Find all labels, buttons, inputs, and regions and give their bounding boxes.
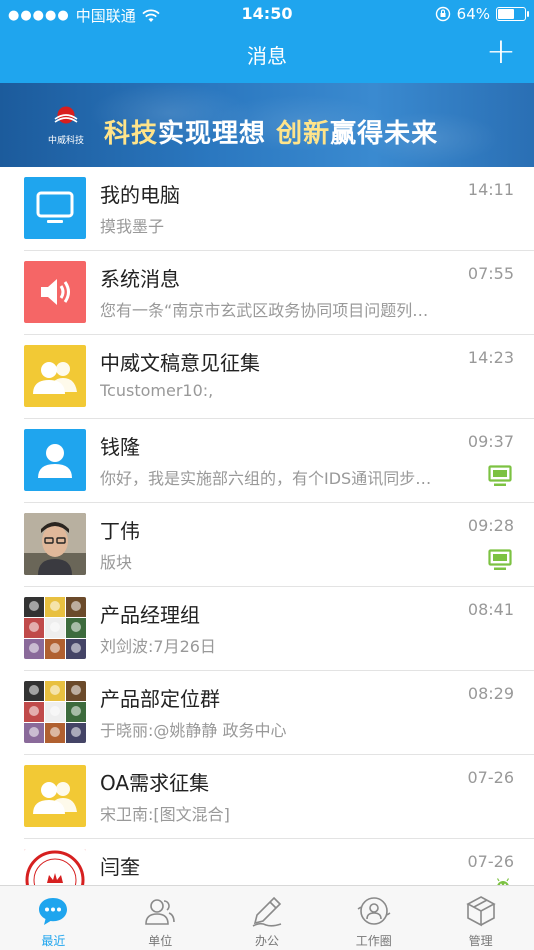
conversation-name: 丁伟 bbox=[100, 519, 140, 543]
conversation-preview: 刘剑波:7月26日 bbox=[100, 637, 216, 656]
tab-circle[interactable]: 工作圈 bbox=[320, 886, 427, 950]
nav-bar: 消息 + bbox=[0, 28, 534, 83]
slogan-highlight-1: 科技 bbox=[104, 119, 159, 149]
avatar-seal bbox=[24, 849, 86, 885]
avatar-group-photo bbox=[24, 597, 86, 659]
tab-label: 办公 bbox=[254, 934, 279, 948]
desktop-online-icon bbox=[488, 465, 512, 491]
conversation-time: 09:28 bbox=[467, 516, 514, 535]
conversation-time: 07-26 bbox=[467, 852, 515, 871]
avatar-group-icon bbox=[24, 765, 86, 827]
conversation-name: OA需求征集 bbox=[100, 771, 210, 795]
conversation-row[interactable]: 系统消息您有一条“南京市玄武区政务协同项目问题列… 07:55 bbox=[24, 251, 534, 335]
conversation-name: 我的电脑 bbox=[100, 183, 180, 207]
conversation-name: 系统消息 bbox=[100, 267, 180, 291]
add-button[interactable]: + bbox=[486, 32, 516, 72]
conversation-time: 08:29 bbox=[467, 684, 514, 703]
android-icon bbox=[494, 877, 512, 885]
status-bar: ●●●●● 中国联通 14:50 64% bbox=[0, 0, 534, 28]
conversation-row[interactable]: 产品经理组刘剑波:7月26日 08:41 bbox=[24, 587, 534, 671]
conversation-preview: 您有一条“南京市玄武区政务协同项目问题列… bbox=[100, 301, 429, 320]
desktop-online-icon bbox=[488, 549, 512, 575]
conversation-name: 产品经理组 bbox=[100, 603, 200, 627]
tab-bar: 最近 单位 办公 工作圈 管理 bbox=[0, 885, 534, 950]
avatar-monitor-icon bbox=[24, 177, 86, 239]
battery-percent: 64% bbox=[456, 5, 490, 23]
box-icon bbox=[464, 894, 498, 928]
conversation-preview: 于晓丽:@姚静静 政务中心 bbox=[100, 721, 287, 740]
conversation-time: 14:23 bbox=[467, 348, 514, 367]
conversation-row[interactable]: OA需求征集宋卫南:[图文混合] 07-26 bbox=[24, 755, 534, 839]
logo-mark-icon bbox=[54, 106, 78, 124]
slogan-highlight-2: 创新 bbox=[276, 119, 331, 149]
circle-icon bbox=[357, 894, 391, 928]
conversation-preview: 宋卫南:[图文混合] bbox=[100, 805, 230, 824]
conversation-row[interactable]: 闫奎 07-26 bbox=[24, 839, 534, 885]
battery-icon bbox=[496, 7, 529, 21]
conversation-preview: 版块 bbox=[100, 553, 133, 572]
tab-label: 工作圈 bbox=[355, 934, 392, 948]
conversation-time: 14:11 bbox=[467, 180, 514, 199]
conversation-row[interactable]: 产品部定位群于晓丽:@姚静静 政务中心 08:29 bbox=[24, 671, 534, 755]
slogan-part-1: 实现理想 bbox=[158, 119, 277, 149]
avatar-user-icon bbox=[24, 429, 86, 491]
tab-pen[interactable]: 办公 bbox=[214, 886, 321, 950]
conversation-name: 产品部定位群 bbox=[100, 687, 220, 711]
conversation-row[interactable]: 我的电脑摸我墨子 14:11 bbox=[24, 167, 534, 251]
conversation-row[interactable]: 中威文稿意见征集 Tcustomer10:, 14:23 bbox=[24, 335, 534, 419]
conversation-name: 闫奎 bbox=[100, 855, 140, 879]
avatar-photo bbox=[24, 513, 86, 575]
tab-contacts[interactable]: 单位 bbox=[107, 886, 214, 950]
contacts-icon bbox=[143, 894, 177, 928]
tab-label: 最近 bbox=[41, 934, 66, 948]
conversation-time: 09:37 bbox=[467, 432, 514, 451]
avatar-group-photo bbox=[24, 681, 86, 743]
slogan-part-2: 赢得未来 bbox=[330, 119, 439, 149]
conversation-preview: 你好，我是实施部六组的，有个IDS通讯同步… bbox=[100, 469, 432, 488]
tab-label: 管理 bbox=[468, 934, 493, 948]
conversation-time: 08:41 bbox=[467, 600, 514, 619]
conversation-row[interactable]: 丁伟版块 09:28 bbox=[24, 503, 534, 587]
conversation-row[interactable]: 钱隆你好，我是实施部六组的，有个IDS通讯同步… 09:37 bbox=[24, 419, 534, 503]
tab-box[interactable]: 管理 bbox=[427, 886, 534, 950]
company-logo: 中威科技 bbox=[44, 105, 88, 146]
chat-bubble-icon bbox=[36, 894, 70, 928]
pen-icon bbox=[250, 894, 284, 928]
conversation-time: 07:55 bbox=[467, 264, 514, 283]
avatar-group-icon bbox=[24, 345, 86, 407]
page-title: 消息 bbox=[247, 44, 287, 68]
banner-slogan: 科技实现理想 创新赢得未来 bbox=[104, 113, 438, 150]
tab-label: 单位 bbox=[148, 934, 173, 948]
conversation-name: 中威文稿意见征集 bbox=[100, 351, 260, 375]
conversation-list[interactable]: 我的电脑摸我墨子 14:11 系统消息您有一条“南京市玄武区政务协同项目问题列… 07… bbox=[0, 167, 534, 885]
conversation-time: 07-26 bbox=[467, 768, 515, 787]
conversation-name: 钱隆 bbox=[100, 435, 140, 459]
tab-chat-bubble[interactable]: 最近 bbox=[0, 886, 107, 950]
promo-banner[interactable]: 中威科技 科技实现理想 创新赢得未来 bbox=[0, 83, 534, 167]
conversation-preview: 摸我墨子 bbox=[100, 217, 165, 236]
orientation-lock-icon bbox=[435, 6, 450, 22]
avatar-speaker-icon bbox=[24, 261, 86, 323]
conversation-preview: Tcustomer10:, bbox=[100, 381, 214, 400]
logo-text: 中威科技 bbox=[47, 136, 84, 146]
battery-fill bbox=[498, 9, 514, 19]
